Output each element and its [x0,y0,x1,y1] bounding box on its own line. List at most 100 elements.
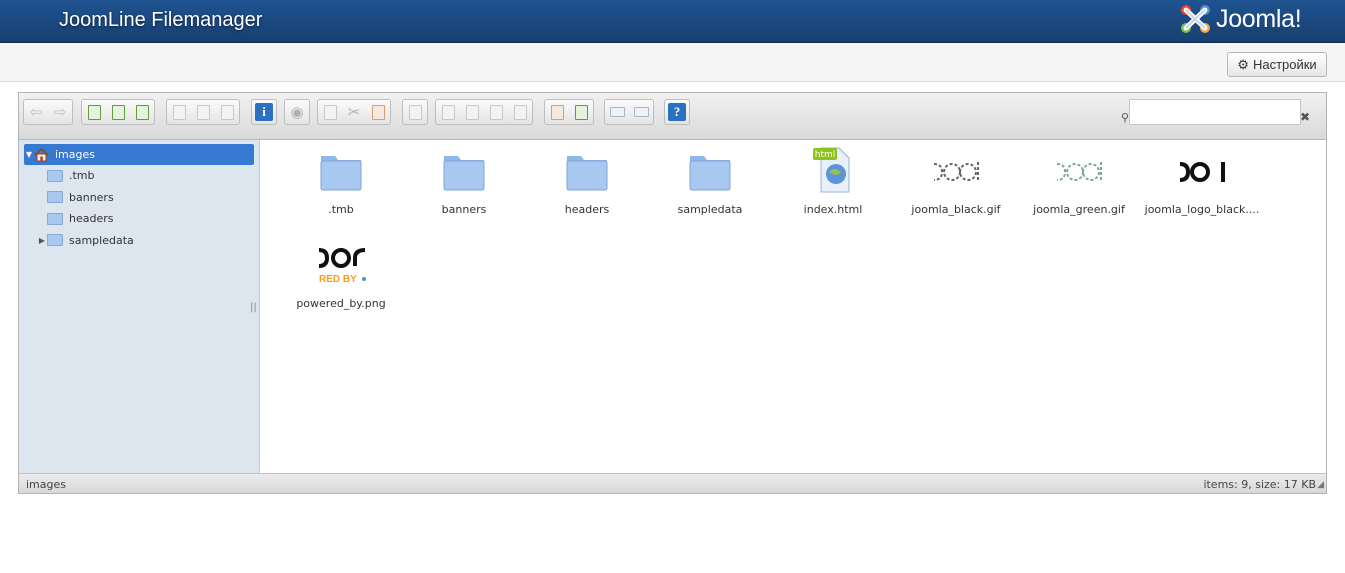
file-name: index.html [803,203,863,216]
back-arrow-icon: ⇦ [29,102,43,121]
copy-icon [323,104,337,120]
extract-button[interactable] [545,100,569,124]
file-item[interactable]: headers [526,140,648,216]
close-icon[interactable]: ✖ [1300,110,1310,124]
file-name: joomla_logo_black.... [1144,203,1260,216]
gear-icon: ⚙ [1237,56,1249,72]
status-info: items: 9, size: 17 KB [1203,478,1316,491]
status-bar: images items: 9, size: 17 KB ◢ [19,473,1326,493]
new-folder-icon [87,104,101,120]
cut-button[interactable]: ✂ [342,100,366,124]
upload-icon [135,104,149,120]
folder-icon [317,150,365,192]
tree-item[interactable]: ▶ sampledata [37,230,134,251]
edit-button[interactable] [484,100,508,124]
archive-icon [574,104,588,120]
new-file-icon [111,104,125,120]
paste-icon [371,104,385,120]
eye-icon: ◉ [290,102,304,121]
brand-name: Joomla! [1216,4,1302,33]
sort-icon [633,107,649,117]
file-name: joomla_green.gif [1033,203,1125,216]
scissors-icon: ✂ [347,102,361,121]
tree-item[interactable]: banners [37,187,114,208]
rename-icon [465,104,479,120]
expand-down-icon[interactable]: ▼ [24,150,34,159]
settings-label: Настройки [1252,57,1317,72]
svg-text:html: html [815,150,836,160]
view-group: ◉ [284,99,310,125]
file-name: sampledata [677,203,743,216]
tree-item-label: headers [69,212,114,225]
file-name: powered_by.png [296,297,386,310]
edit-group [435,99,533,125]
app-title: JoomLine Filemanager [59,9,263,31]
folder-icon [686,150,734,192]
upload-button[interactable] [130,100,154,124]
forward-button[interactable]: ⇨ [48,100,72,124]
info-group: i [251,99,277,125]
tree-item[interactable]: .tmb [37,165,95,186]
create-group [81,99,155,125]
copy-button[interactable] [318,100,342,124]
sort-button[interactable] [629,100,653,124]
clipboard-group: ✂ [317,99,391,125]
view-icons-button[interactable] [605,100,629,124]
trash-icon [408,104,422,120]
duplicate-button[interactable] [436,100,460,124]
home-icon [34,147,49,162]
info-button[interactable]: i [252,100,276,124]
mkdir-button[interactable] [82,100,106,124]
file-name: .tmb [328,203,354,216]
settings-button[interactable]: ⚙ Настройки [1227,52,1327,77]
folder-tree: ▼ images .tmb banners headers ▶ sampledata |… [19,140,260,473]
archive-button[interactable] [569,100,593,124]
file-item[interactable]: RED BY powered_by.png [280,234,402,310]
resize-grip-icon[interactable]: ◢ [1317,480,1324,490]
tree-item[interactable]: headers [37,208,113,229]
open-icon [172,104,186,120]
tree-item-label: banners [69,190,114,204]
expand-right-icon[interactable]: ▶ [37,236,47,245]
download-icon [196,104,210,120]
download-button[interactable] [191,100,215,124]
folder-icon [47,169,63,182]
folder-icon [47,191,63,203]
image-thumbnail-icon [932,150,980,192]
paste-button[interactable] [366,100,390,124]
tree-root-label: images [55,148,95,161]
folder-icon [47,212,63,225]
view-icons-icon [609,107,625,117]
sub-toolbar: ⚙ Настройки [0,43,1345,82]
archive-group [544,99,594,125]
file-item[interactable]: html index.html [772,140,894,216]
file-name: joomla_black.gif [911,203,1001,216]
mkfile-button[interactable] [106,100,130,124]
file-item[interactable]: joomla_green.gif [1018,140,1140,216]
edit-icon [489,104,503,120]
rm-button[interactable] [403,100,427,124]
file-item[interactable]: sampledata [649,140,771,216]
file-item[interactable]: joomla_black.gif [895,140,1017,216]
file-item[interactable]: banners [403,140,525,216]
help-icon: ? [668,103,686,121]
image-thumbnail-icon [1055,150,1103,192]
quicklook-button[interactable]: ◉ [285,100,309,124]
joomla-mark-icon [1181,5,1210,33]
resize-handle[interactable]: || [250,302,257,313]
help-group: ? [664,99,690,125]
resize-icon [513,104,527,120]
tree-item-images[interactable]: ▼ images [24,144,254,165]
open-button[interactable] [167,100,191,124]
help-button[interactable]: ? [665,100,689,124]
resize-button[interactable] [508,100,532,124]
remove-group [402,99,428,125]
folder-icon [440,150,488,192]
search-input[interactable] [1129,99,1301,125]
back-button[interactable]: ⇦ [24,100,48,124]
file-item[interactable]: joomla_logo_black.... [1141,140,1263,216]
file-item[interactable]: .tmb [280,140,402,216]
joomla-logo[interactable]: Joomla! [1178,3,1302,35]
rename-button[interactable] [460,100,484,124]
select-button[interactable] [215,100,239,124]
